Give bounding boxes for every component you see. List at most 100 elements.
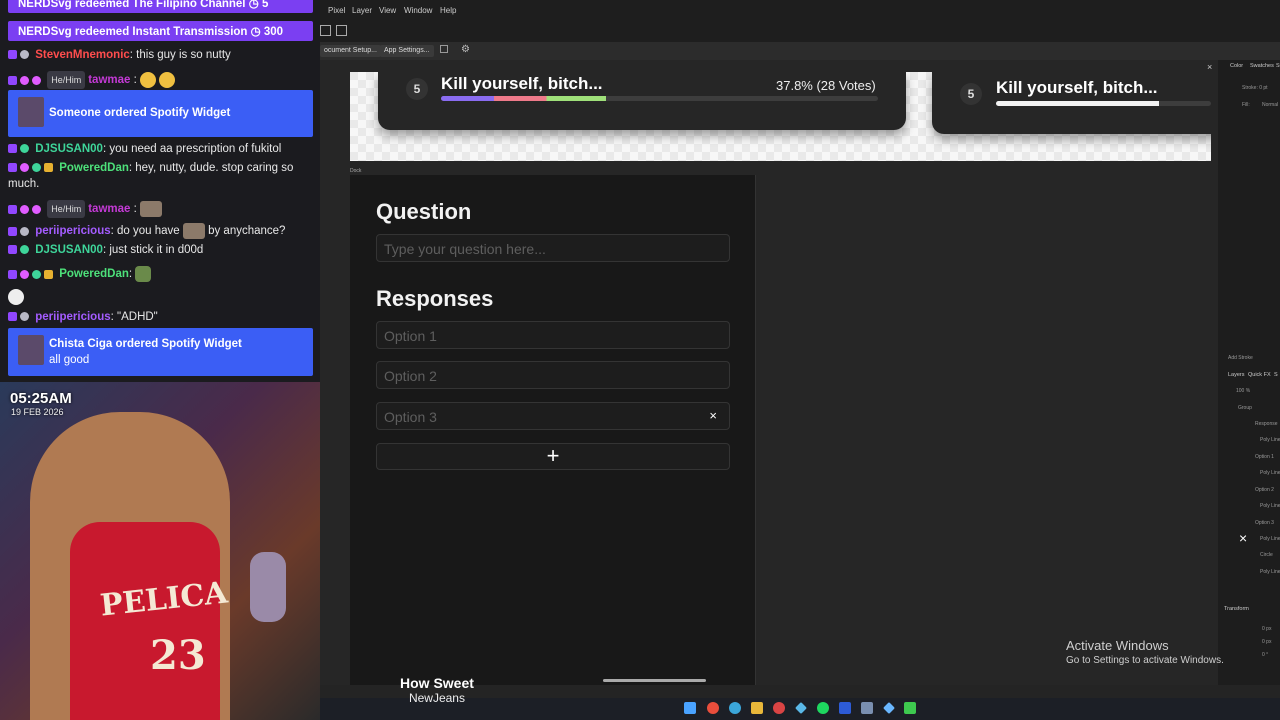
emote-icon: [135, 266, 152, 282]
responses-heading: Responses: [376, 286, 494, 311]
folder-icon[interactable]: [751, 702, 763, 714]
app-icon[interactable]: [861, 702, 873, 714]
spotify-icon[interactable]: [817, 702, 829, 714]
poll-progress-bar: [996, 101, 1211, 106]
badge-icon: [20, 226, 29, 236]
layer-item[interactable]: Response: [1255, 421, 1278, 430]
add-stroke-button[interactable]: Add Stroke: [1228, 355, 1253, 364]
start-icon[interactable]: [684, 702, 696, 714]
option-1-input[interactable]: Option 1: [376, 321, 730, 349]
design-app-window: Pixel Layer View Window Help ocument Set…: [320, 0, 1280, 720]
chat-message: He/Him tawmae :: [8, 71, 313, 89]
designer-icon[interactable]: [795, 702, 807, 714]
album-thumbnail: [18, 335, 44, 365]
tab-layers[interactable]: Layers: [1228, 372, 1245, 378]
layer-item[interactable]: Option 1: [1255, 454, 1274, 463]
clock-time: 05:25AM: [10, 390, 72, 407]
delete-option-icon[interactable]: ×: [709, 408, 717, 423]
transform-x[interactable]: 0 px: [1262, 626, 1271, 635]
option-3-input[interactable]: Option 3 ×: [376, 402, 730, 430]
question-input[interactable]: Type your question here...: [376, 234, 730, 262]
menu-pixel[interactable]: Pixel: [328, 6, 345, 15]
tab-styles[interactable]: S: [1274, 372, 1278, 378]
add-option-button[interactable]: +: [376, 443, 730, 470]
sub-badge-icon: [8, 269, 17, 279]
emote-icon: [140, 72, 156, 88]
close-icon[interactable]: ×: [1207, 62, 1212, 72]
poll-number: 5: [960, 83, 982, 105]
heart-badge-icon: [20, 204, 29, 214]
poll-result: 37.8% (28 Votes): [776, 78, 876, 93]
sub-badge-icon: [8, 75, 17, 85]
poll-card: 5 Kill yourself, bitch... 37.8% (28 Vote…: [378, 72, 906, 130]
sub-badge-icon: [8, 245, 17, 255]
grid-icon[interactable]: [440, 45, 448, 53]
transform-y[interactable]: 0 px: [1262, 639, 1271, 648]
close-icon[interactable]: ×: [1239, 530, 1247, 546]
gem-badge-icon: [20, 245, 29, 255]
gem-badge-icon: [20, 144, 29, 154]
jersey-number: 23: [150, 632, 206, 679]
heart-badge-icon: [20, 75, 29, 85]
pronoun-tag: He/Him: [47, 71, 86, 89]
tab-quick-fx[interactable]: Quick FX: [1248, 372, 1271, 378]
layer-item[interactable]: Option 2: [1255, 487, 1274, 496]
redeem-banner: NERDSvg redeemed The Filipino Channel ◷ …: [8, 0, 313, 13]
song-artist: NewJeans: [408, 691, 465, 705]
song-title: How Sweet: [400, 675, 474, 691]
now-playing: How Sweet NewJeans: [400, 675, 474, 705]
context-toolbar: ocument Setup... App Settings... ⚙: [320, 42, 1280, 60]
tab-stroke[interactable]: St: [1276, 63, 1280, 69]
watermark-subtitle: Go to Settings to activate Windows.: [1066, 655, 1224, 666]
document-setup-button[interactable]: ocument Setup...: [320, 45, 381, 57]
menu-window[interactable]: Window: [404, 6, 432, 15]
browser-icon[interactable]: [707, 702, 719, 714]
poll-editor-panel: Question Type your question here... Resp…: [350, 175, 756, 685]
horizontal-scrollbar[interactable]: [603, 679, 706, 682]
emote-icon: [159, 72, 176, 88]
menu-layer[interactable]: Layer: [352, 6, 372, 15]
redeem-banner: NERDSvg redeemed Instant Transmission ◷ …: [8, 21, 313, 41]
app-icon[interactable]: [773, 702, 785, 714]
chat-message: DJSUSAN00: you need aa prescription of f…: [8, 141, 313, 157]
pronoun-tag: He/Him: [47, 200, 86, 218]
poll-title: Kill yourself, bitch...: [441, 74, 603, 93]
poll-progress-fill: [441, 96, 607, 101]
menu-view[interactable]: View: [379, 6, 396, 15]
chat-message: periipericious: do you have by anychance…: [8, 223, 313, 239]
blend-mode[interactable]: Normal: [1262, 102, 1278, 111]
sub-badge-icon: [8, 204, 17, 214]
poll-title: Kill yourself, bitch...: [996, 78, 1158, 97]
heart-badge-icon: [20, 163, 29, 173]
layer-item[interactable]: Poly Line: [1260, 437, 1280, 446]
sub-badge-icon: [8, 50, 17, 60]
transform-rotation[interactable]: 0 °: [1262, 652, 1268, 661]
tab-swatches[interactable]: Swatches: [1250, 63, 1274, 69]
app-icon[interactable]: [904, 702, 916, 714]
tab-color[interactable]: Color: [1230, 63, 1243, 69]
layer-item[interactable]: Poly Line: [1260, 470, 1280, 479]
layer-item[interactable]: Circle: [1260, 552, 1273, 561]
app-icon[interactable]: [883, 702, 895, 714]
tab-transform[interactable]: Transform: [1224, 606, 1249, 612]
emote-icon: [8, 289, 24, 305]
tool-icon[interactable]: [320, 25, 331, 36]
edge-icon[interactable]: [729, 702, 741, 714]
spotify-alert: Someone ordered Spotify Widget: [8, 90, 313, 137]
layer-item[interactable]: Poly Line: [1260, 569, 1280, 578]
option-2-input[interactable]: Option 2: [376, 361, 730, 389]
gear-icon[interactable]: ⚙: [461, 44, 470, 55]
opacity-value[interactable]: 100 %: [1236, 388, 1250, 397]
layer-item[interactable]: Option 3: [1255, 520, 1274, 529]
app-icon[interactable]: [839, 702, 851, 714]
layer-item[interactable]: Poly Line: [1260, 536, 1280, 545]
gem-badge-icon: [32, 269, 41, 279]
emote-icon: [182, 223, 205, 239]
app-settings-button[interactable]: App Settings...: [380, 45, 434, 57]
layer-item[interactable]: Group: [1238, 405, 1252, 414]
layer-item[interactable]: Poly Line: [1260, 503, 1280, 512]
album-thumbnail: [18, 97, 44, 127]
menu-help[interactable]: Help: [440, 6, 456, 15]
crop-icon[interactable]: [336, 25, 347, 36]
watermark-title: Activate Windows: [1066, 638, 1169, 653]
